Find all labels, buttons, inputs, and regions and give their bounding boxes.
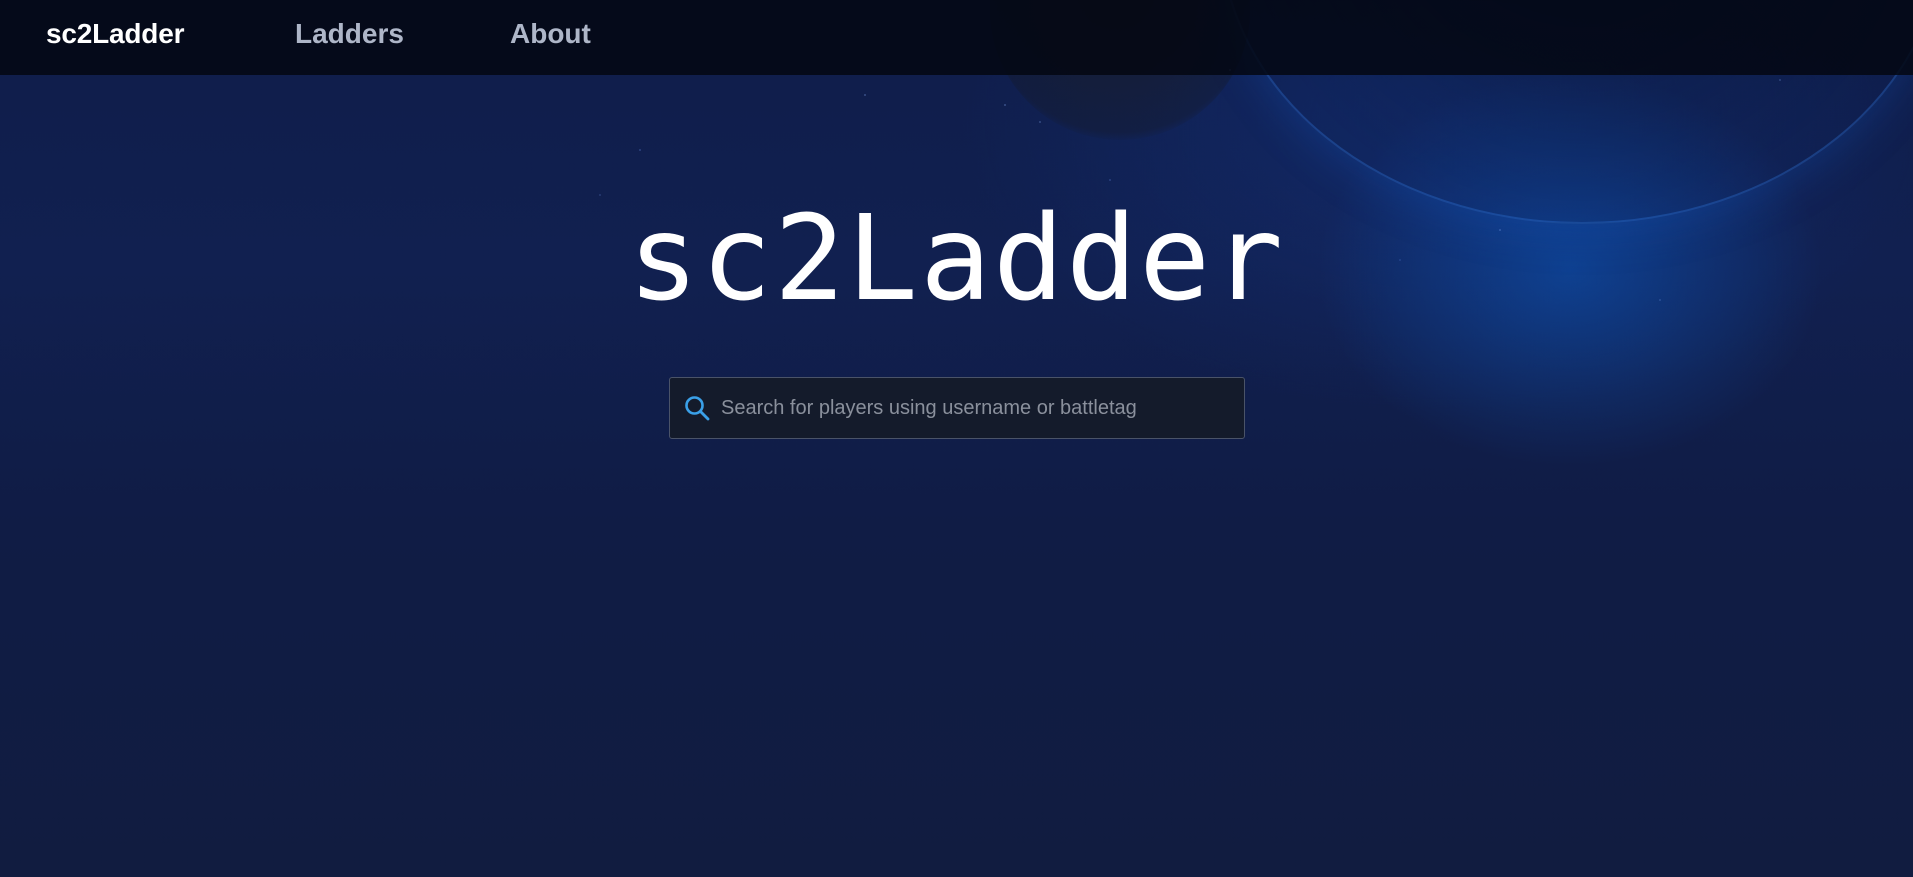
top-navbar: sc2Ladder Ladders About xyxy=(0,0,1913,75)
search-input[interactable] xyxy=(712,377,1244,439)
search-icon xyxy=(682,393,712,423)
brand-link[interactable]: sc2Ladder xyxy=(46,18,184,50)
nav-link-ladders[interactable]: Ladders xyxy=(295,18,404,50)
nav-link-about[interactable]: About xyxy=(510,18,591,50)
player-search-box[interactable] xyxy=(669,377,1245,439)
hero-logo: sc2Ladder xyxy=(627,189,1286,327)
